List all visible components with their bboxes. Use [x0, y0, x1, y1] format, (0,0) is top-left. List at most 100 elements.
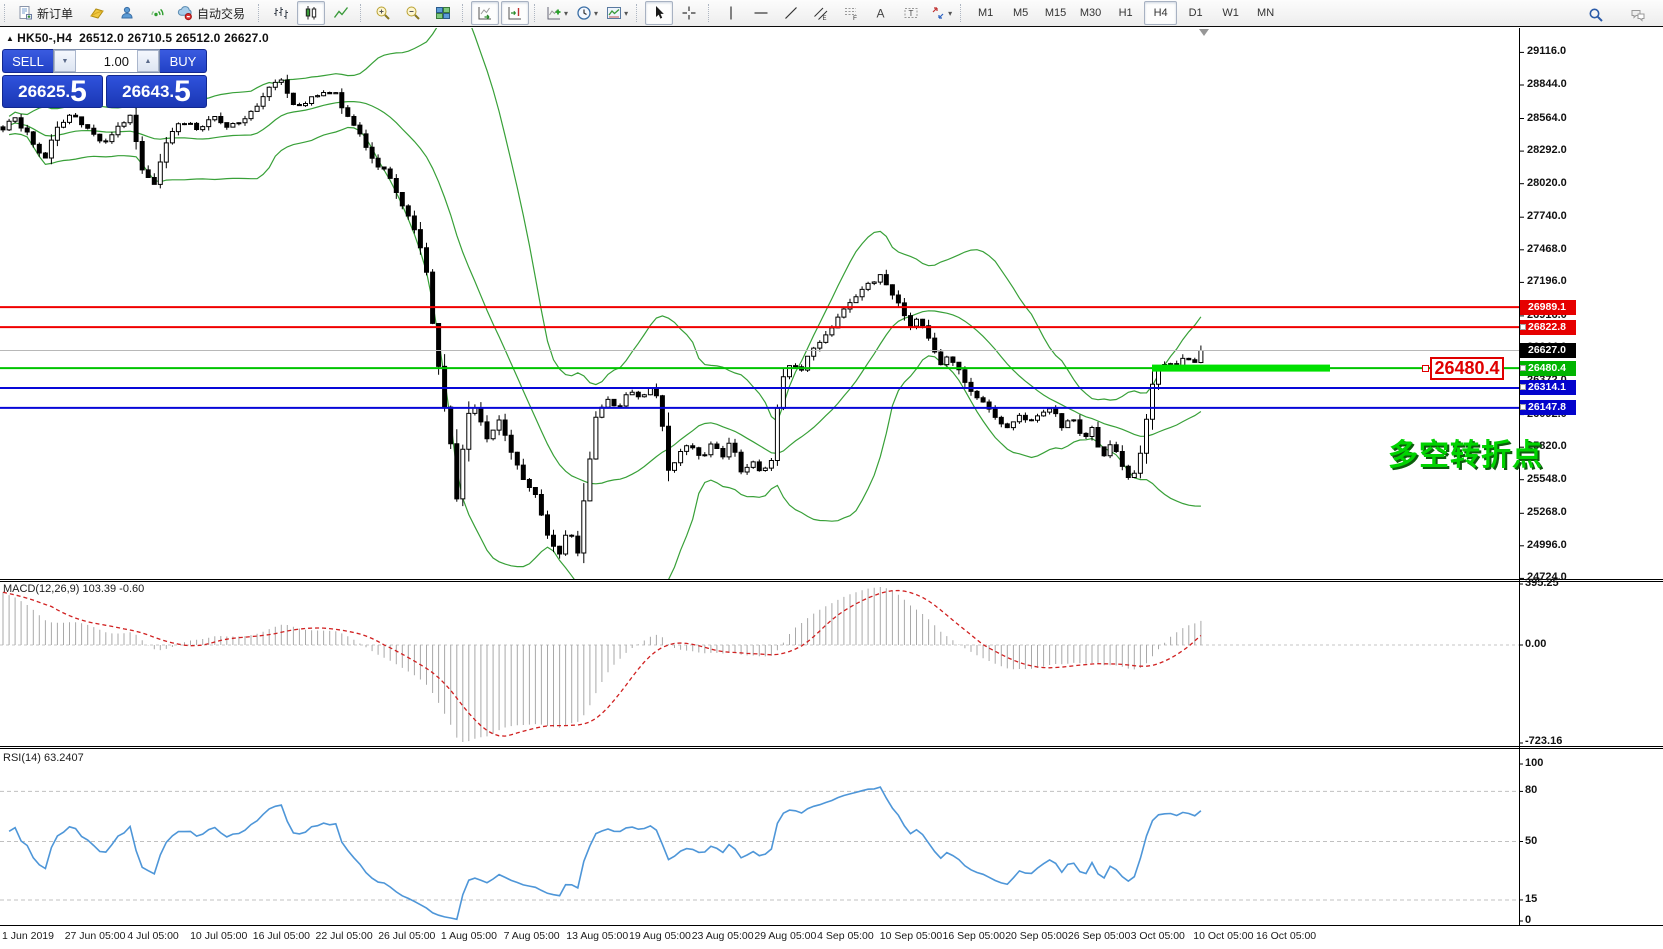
crosshair-icon: [681, 5, 697, 21]
community-button[interactable]: [113, 1, 141, 25]
chart-shift-marker-icon[interactable]: [1199, 29, 1209, 36]
toolbar-grip[interactable]: [534, 4, 539, 22]
time-axis-label: 16 Jul 05:00: [253, 930, 310, 942]
zoom-out-button[interactable]: [399, 1, 427, 25]
line-select-handle[interactable]: [1520, 365, 1526, 371]
price-tick-label: 28564.0: [1527, 112, 1567, 124]
time-axis-label: 1 Jun 2019: [2, 930, 54, 942]
buy-price-button[interactable]: 26643.5: [106, 75, 207, 108]
tf-m30-button[interactable]: M30: [1074, 1, 1107, 25]
vertical-line-button[interactable]: [717, 1, 745, 25]
sell-price-main: 26625: [18, 82, 65, 107]
line-select-handle[interactable]: [1520, 404, 1526, 410]
chevron-down-icon: ▾: [594, 9, 598, 18]
hline-price-tag[interactable]: 26480.4: [1520, 361, 1576, 376]
price-tick-label: 28292.0: [1527, 144, 1567, 156]
crosshair-button[interactable]: [675, 1, 703, 25]
time-axis-label: 1 Aug 05:00: [441, 930, 497, 942]
svg-text:F: F: [853, 15, 857, 21]
rsi-scale-label: 0: [1525, 914, 1531, 926]
one-click-trading-panel: SELL ▼ 1.00 ▲ BUY 26625.5 26643.5: [2, 49, 207, 108]
auto-scroll-button[interactable]: [471, 1, 499, 25]
profiles-button[interactable]: [83, 1, 111, 25]
templates-button[interactable]: ▾: [603, 1, 631, 25]
svg-text:T: T: [909, 9, 914, 18]
price-chart-canvas[interactable]: [0, 0, 1663, 949]
price-level-label-box[interactable]: 26480.4: [1430, 357, 1504, 380]
fibonacci-button[interactable]: F: [837, 1, 865, 25]
line-select-handle[interactable]: [1520, 384, 1526, 390]
chart-shift-button[interactable]: [501, 1, 529, 25]
toolbar-grip[interactable]: [258, 4, 263, 22]
sell-price-button[interactable]: 26625.5: [2, 75, 103, 108]
text-button[interactable]: A: [867, 1, 895, 25]
toolbar-grip[interactable]: [960, 4, 965, 22]
chat-button[interactable]: [1624, 3, 1652, 27]
equidistant-channel-button[interactable]: E: [807, 1, 835, 25]
clock-icon: [576, 5, 592, 21]
periods-button[interactable]: ▾: [573, 1, 601, 25]
toolbar-grip[interactable]: [4, 4, 9, 22]
toolbar-grip[interactable]: [708, 4, 713, 22]
chart-symbol-period: HK50-,H4: [17, 31, 72, 45]
line-chart-button[interactable]: [327, 1, 355, 25]
text-label-button[interactable]: T: [897, 1, 925, 25]
zoom-in-button[interactable]: [369, 1, 397, 25]
profile-icon: [89, 5, 105, 21]
arrow-objects-button[interactable]: ▾: [927, 1, 955, 25]
bar-chart-button[interactable]: [267, 1, 295, 25]
macd-scale-label: -723.16: [1525, 735, 1562, 747]
trendline-button[interactable]: [777, 1, 805, 25]
sell-button[interactable]: SELL: [2, 49, 53, 73]
tf-m15-button[interactable]: M15: [1039, 1, 1072, 25]
tf-h1-button[interactable]: H1: [1109, 1, 1142, 25]
auto-trading-button[interactable]: 自动交易: [173, 1, 253, 25]
toolbar-grip[interactable]: [360, 4, 365, 22]
template-icon: [606, 5, 622, 21]
vline-icon: [723, 5, 739, 21]
hline-price-tag[interactable]: 26314.1: [1520, 380, 1576, 395]
search-button[interactable]: [1582, 3, 1610, 27]
rsi-indicator-label: RSI(14) 63.2407: [3, 752, 84, 764]
indicators-button[interactable]: ▾: [543, 1, 571, 25]
time-axis-label: 10 Oct 05:00: [1193, 930, 1253, 942]
volume-input[interactable]: 1.00: [76, 50, 137, 72]
hline-icon: [753, 5, 769, 21]
arrows-icon: [930, 5, 946, 21]
zoom-in-icon: [375, 5, 391, 21]
new-order-button[interactable]: 新订单: [13, 1, 81, 25]
horizontal-line-button[interactable]: [747, 1, 775, 25]
tile-windows-button[interactable]: [429, 1, 457, 25]
tf-mn-button[interactable]: MN: [1249, 1, 1282, 25]
tf-d1-button[interactable]: D1: [1179, 1, 1212, 25]
tf-h4-button[interactable]: H4: [1144, 1, 1177, 25]
time-axis-label: 19 Aug 05:00: [629, 930, 691, 942]
hline-price-tag[interactable]: 26989.1: [1520, 300, 1576, 315]
macd-scale-label: 395.25: [1525, 577, 1559, 589]
current-price-tag[interactable]: 26627.0: [1520, 343, 1576, 358]
candlestick-chart-button[interactable]: [297, 1, 325, 25]
chart-shift-icon: [507, 5, 523, 21]
toolbar-grip[interactable]: [636, 4, 641, 22]
chevron-down-icon: ▾: [564, 9, 568, 18]
cursor-button[interactable]: [645, 1, 673, 25]
price-level-anchor-handle[interactable]: [1422, 365, 1429, 372]
tf-w1-button[interactable]: W1: [1214, 1, 1247, 25]
time-axis-label: 3 Oct 05:00: [1131, 930, 1185, 942]
rsi-scale-label: 50: [1525, 835, 1537, 847]
macd-indicator-label: MACD(12,26,9) 103.39 -0.60: [3, 583, 144, 595]
volume-increase-button[interactable]: ▲: [137, 50, 159, 72]
hline-price-tag[interactable]: 26822.8: [1520, 320, 1576, 335]
tf-m1-button[interactable]: M1: [969, 1, 1002, 25]
tf-m5-button[interactable]: M5: [1004, 1, 1037, 25]
volume-decrease-button[interactable]: ▼: [54, 50, 76, 72]
tf-d1-label: D1: [1189, 7, 1203, 19]
toolbar-grip[interactable]: [462, 4, 467, 22]
signals-button[interactable]: [143, 1, 171, 25]
time-axis-label: 23 Aug 05:00: [692, 930, 754, 942]
buy-button[interactable]: BUY: [160, 49, 207, 73]
hline-price-tag[interactable]: 26147.8: [1520, 400, 1576, 415]
candlestick-icon: [303, 5, 319, 21]
time-axis-label: 16 Sep 05:00: [943, 930, 1005, 942]
line-select-handle[interactable]: [1520, 324, 1526, 330]
